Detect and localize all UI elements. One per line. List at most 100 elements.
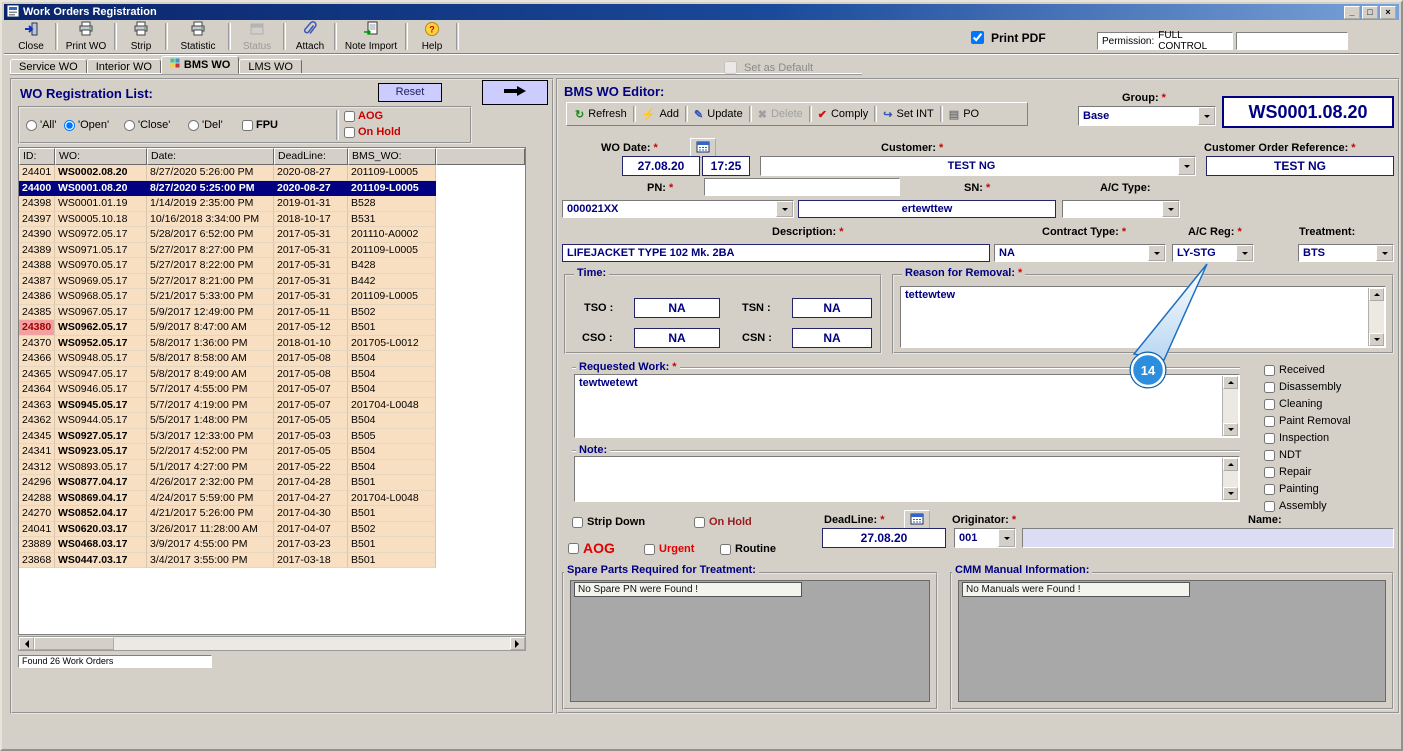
table-row[interactable]: 24345WS0927.05.175/3/2017 12:33:00 PM201… xyxy=(19,429,525,445)
table-row[interactable]: 24364WS0946.05.175/7/2017 4:55:00 PM2017… xyxy=(19,382,525,398)
scrollbar-thumb[interactable] xyxy=(34,637,114,650)
csn-field[interactable]: NA xyxy=(792,328,872,348)
table-row[interactable]: 24380WS0962.05.175/9/2017 8:47:00 AM2017… xyxy=(19,320,525,336)
attach-button[interactable]: Attach xyxy=(287,20,333,53)
statistic-button[interactable]: Statistic xyxy=(169,20,227,53)
urgent-input[interactable] xyxy=(644,544,655,555)
filter-radio-close[interactable]: 'Close' xyxy=(124,119,170,131)
radio-open[interactable] xyxy=(64,120,75,131)
routine-checkbox[interactable]: Routine xyxy=(720,543,776,555)
table-row[interactable]: 24288WS0869.04.174/24/2017 5:59:00 PM201… xyxy=(19,491,525,507)
table-row[interactable]: 24386WS0968.05.175/21/2017 5:33:00 PM201… xyxy=(19,289,525,305)
radio-all[interactable] xyxy=(26,120,37,131)
close-button[interactable]: Close xyxy=(8,20,54,53)
scroll-up-button[interactable] xyxy=(1369,288,1384,301)
on-hold-checkbox[interactable]: On Hold xyxy=(694,516,752,528)
routine-input[interactable] xyxy=(720,544,731,555)
cso-field[interactable]: NA xyxy=(634,328,720,348)
dropdown-button[interactable] xyxy=(1198,107,1215,125)
column-header-date[interactable]: Date: xyxy=(147,148,274,165)
aog-checkbox[interactable]: AOG xyxy=(568,540,615,556)
table-row[interactable]: 24341WS0923.05.175/2/2017 4:52:00 PM2017… xyxy=(19,444,525,460)
column-header-wo[interactable]: WO: xyxy=(55,148,147,165)
note-import-button[interactable]: Note Import xyxy=(338,20,404,53)
po-button[interactable]: ▤PO xyxy=(944,106,984,123)
tsn-field[interactable]: NA xyxy=(792,298,872,318)
table-row[interactable]: 24389WS0971.05.175/27/2017 8:27:00 PM201… xyxy=(19,243,525,259)
add-button[interactable]: ⚡Add xyxy=(637,106,684,123)
column-header-bms-wo[interactable]: BMS_WO: xyxy=(348,148,436,165)
table-row[interactable]: 24388WS0970.05.175/27/2017 8:22:00 PM201… xyxy=(19,258,525,274)
print-pdf-checkbox[interactable]: Print PDF xyxy=(967,28,1046,47)
treatment-step-checkbox[interactable] xyxy=(1264,484,1275,495)
table-row[interactable]: 24296WS0877.04.174/26/2017 2:32:00 PM201… xyxy=(19,475,525,491)
table-row[interactable]: 24366WS0948.05.175/8/2017 8:58:00 AM2017… xyxy=(19,351,525,367)
comply-button[interactable]: ✔Comply xyxy=(813,106,874,123)
table-row[interactable]: 24401WS0002.08.208/27/2020 5:26:00 PM202… xyxy=(19,165,525,181)
dropdown-button[interactable] xyxy=(1162,201,1179,217)
tso-field[interactable]: NA xyxy=(634,298,720,318)
vertical-scrollbar[interactable] xyxy=(1368,288,1384,346)
treatment-step-checkbox[interactable] xyxy=(1264,467,1275,478)
table-row[interactable]: 23889WS0468.03.173/9/2017 4:55:00 PM2017… xyxy=(19,537,525,553)
table-row[interactable]: 23868WS0447.03.173/4/2017 3:55:00 PM2017… xyxy=(19,553,525,569)
dropdown-button[interactable] xyxy=(1376,245,1393,261)
treatment-step-disassembly[interactable]: Disassembly xyxy=(1264,381,1398,393)
treatment-step-checkbox[interactable] xyxy=(1264,450,1275,461)
strip-down-input[interactable] xyxy=(572,517,583,528)
on-hold-input[interactable] xyxy=(694,517,705,528)
fpu-input[interactable] xyxy=(242,120,253,131)
scroll-down-button[interactable] xyxy=(1223,487,1238,500)
deadline-calendar-button[interactable] xyxy=(904,510,930,530)
note-textarea[interactable] xyxy=(574,456,1240,502)
filter-on-hold-checkbox[interactable]: On Hold xyxy=(344,126,401,138)
filter-radio-all[interactable]: 'All' xyxy=(26,119,56,131)
pn-combo[interactable]: 000021XX xyxy=(562,200,794,218)
column-header-deadline[interactable]: DeadLine: xyxy=(274,148,348,165)
tab-lms-wo[interactable]: LMS WO xyxy=(239,59,302,74)
table-row[interactable]: 24370WS0952.05.175/8/2017 1:36:00 PM2018… xyxy=(19,336,525,352)
wo-date-calendar-button[interactable] xyxy=(690,138,716,158)
filter-aog-checkbox[interactable]: AOG xyxy=(344,110,383,122)
deadline-field[interactable]: 27.08.20 xyxy=(822,528,946,548)
close-window-button[interactable]: × xyxy=(1380,6,1396,19)
treatment-step-painting[interactable]: Painting xyxy=(1264,483,1398,495)
customer-combo[interactable]: TEST NG xyxy=(760,156,1196,176)
dropdown-button[interactable] xyxy=(776,201,793,217)
scroll-left-button[interactable] xyxy=(19,637,34,650)
treatment-step-inspection[interactable]: Inspection xyxy=(1264,432,1398,444)
description-field[interactable]: LIFEJACKET TYPE 102 Mk. 2BA xyxy=(562,244,990,262)
table-row[interactable]: 24387WS0969.05.175/27/2017 8:21:00 PM201… xyxy=(19,274,525,290)
treatment-combo[interactable]: BTS xyxy=(1298,244,1394,262)
aog-input[interactable] xyxy=(344,111,355,122)
pn-search-input[interactable] xyxy=(704,178,900,196)
treatment-step-assembly[interactable]: Assembly xyxy=(1264,500,1398,512)
tab-service-wo[interactable]: Service WO xyxy=(10,59,87,74)
sn-field[interactable]: ertewttew xyxy=(798,200,1056,218)
filter-radio-open[interactable]: 'Open' xyxy=(64,119,109,131)
table-row[interactable]: 24390WS0972.05.175/28/2017 6:52:00 PM201… xyxy=(19,227,525,243)
treatment-step-checkbox[interactable] xyxy=(1264,416,1275,427)
customer-order-reference-field[interactable]: TEST NG xyxy=(1206,156,1394,176)
table-row[interactable]: 24312WS0893.05.175/1/2017 4:27:00 PM2017… xyxy=(19,460,525,476)
refresh-button[interactable]: ↻Refresh xyxy=(570,106,632,123)
print-pdf-input[interactable] xyxy=(971,31,984,44)
filter-radio-del[interactable]: 'Del' xyxy=(188,119,223,131)
tab-interior-wo[interactable]: Interior WO xyxy=(87,59,161,74)
update-button[interactable]: ✎Update xyxy=(689,106,748,123)
ac-type-combo[interactable] xyxy=(1062,200,1180,218)
radio-close[interactable] xyxy=(124,120,135,131)
dropdown-button[interactable] xyxy=(1178,157,1195,175)
table-row[interactable]: 24397WS0005.10.1810/16/2018 3:34:00 PM20… xyxy=(19,212,525,228)
wo-time-field[interactable]: 17:25 xyxy=(702,156,750,176)
scroll-down-button[interactable] xyxy=(1223,423,1238,436)
treatment-step-cleaning[interactable]: Cleaning xyxy=(1264,398,1398,410)
minimize-button[interactable]: _ xyxy=(1344,6,1360,19)
treatment-step-checkbox[interactable] xyxy=(1264,399,1275,410)
on-hold-input[interactable] xyxy=(344,127,355,138)
table-row[interactable]: 24398WS0001.01.191/14/2019 2:35:00 PM201… xyxy=(19,196,525,212)
horizontal-scrollbar[interactable] xyxy=(18,636,526,651)
scroll-up-button[interactable] xyxy=(1223,458,1238,471)
filter-fpu-checkbox[interactable]: FPU xyxy=(242,119,278,131)
table-row[interactable]: 24362WS0944.05.175/5/2017 1:48:00 PM2017… xyxy=(19,413,525,429)
